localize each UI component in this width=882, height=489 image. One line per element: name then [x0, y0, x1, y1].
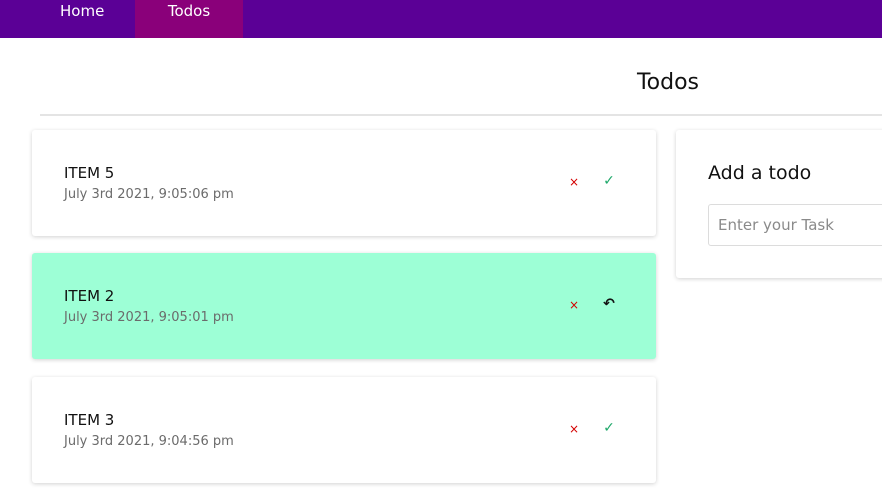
complete-check-icon[interactable]: ✓ [602, 419, 616, 437]
todo-card: ITEM 3 July 3rd 2021, 9:04:56 pm × ✓ [32, 377, 656, 483]
add-todo-title: Add a todo [708, 162, 812, 184]
complete-check-icon[interactable]: ✓ [602, 172, 616, 190]
delete-icon[interactable]: × [568, 174, 580, 190]
page-title: Todos [636, 70, 700, 95]
task-input[interactable] [708, 204, 882, 246]
todo-timestamp: July 3rd 2021, 9:05:01 pm [64, 310, 234, 325]
nav-home-link[interactable]: Home [60, 0, 104, 38]
todo-title: ITEM 5 [64, 164, 115, 182]
undo-icon[interactable]: ↶ [602, 295, 616, 313]
nav-todos-link[interactable]: Todos [135, 0, 243, 38]
delete-icon[interactable]: × [568, 421, 580, 437]
navbar: Home Todos [0, 0, 882, 38]
todo-timestamp: July 3rd 2021, 9:05:06 pm [64, 187, 234, 202]
delete-icon[interactable]: × [568, 297, 580, 313]
todo-title: ITEM 2 [64, 287, 115, 305]
todo-card-completed: ITEM 2 July 3rd 2021, 9:05:01 pm × ↶ [32, 253, 656, 359]
todo-card: ITEM 5 July 3rd 2021, 9:05:06 pm × ✓ [32, 130, 656, 236]
title-divider [40, 114, 882, 116]
add-todo-panel: Add a todo [676, 130, 882, 278]
todo-title: ITEM 3 [64, 411, 115, 429]
todo-timestamp: July 3rd 2021, 9:04:56 pm [64, 434, 234, 449]
